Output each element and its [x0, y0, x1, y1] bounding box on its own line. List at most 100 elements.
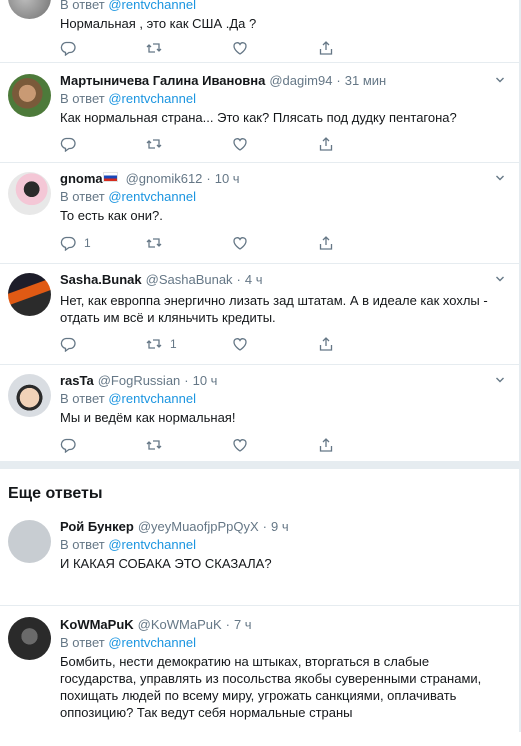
heart-icon — [233, 338, 247, 351]
share-icon — [319, 438, 333, 452]
share-button[interactable] — [318, 38, 404, 58]
author-name[interactable]: rasTa — [60, 373, 94, 388]
author-name[interactable]: KoWMaPuK — [60, 617, 134, 632]
reply-context: В ответ @rentvchannel — [60, 536, 509, 553]
reply-icon — [60, 41, 76, 56]
author-handle[interactable]: @SashaBunak — [146, 272, 233, 287]
reply-prefix: В ответ — [60, 537, 105, 552]
tweet-text: И КАКАЯ СОБАКА ЭТО СКАЗАЛА? — [60, 556, 272, 571]
tweet[interactable]: Рой Бункер @yeyMuaofjpPpQyX · 9 ч В отве… — [0, 517, 519, 606]
like-button[interactable] — [232, 38, 318, 58]
tweet-actions: 1 — [60, 334, 404, 354]
tweet-actions — [60, 134, 404, 154]
more-replies-section: Еще ответы — [0, 461, 519, 517]
reply-button[interactable] — [60, 334, 146, 354]
share-icon — [319, 41, 333, 55]
avatar[interactable] — [8, 520, 51, 563]
tweet[interactable]: Sasha.Bunak @SashaBunak · 4 ч Нет, как е… — [0, 264, 519, 365]
separator-dot: · — [236, 272, 241, 287]
reply-count: 1 — [84, 236, 91, 250]
like-button[interactable] — [232, 134, 318, 154]
reply-context: В ответ @rentvchannel — [60, 90, 509, 107]
retweet-button[interactable] — [146, 38, 232, 58]
like-button[interactable] — [232, 334, 318, 354]
like-button[interactable] — [232, 233, 318, 253]
chevron-down-icon[interactable] — [495, 75, 505, 85]
avatar[interactable] — [8, 0, 51, 19]
author-handle[interactable]: @gnomik612 — [126, 171, 203, 186]
retweet-button[interactable] — [146, 233, 232, 253]
tweet-actions: 1 — [60, 233, 404, 253]
chevron-down-icon[interactable] — [495, 274, 505, 284]
avatar[interactable] — [8, 374, 51, 417]
timestamp[interactable]: 10 ч — [193, 373, 218, 388]
author-name[interactable]: Мартыничева Галина Ивановна — [60, 73, 265, 88]
tweet[interactable]: KoWMaPuK @KoWMaPuK · 7 ч В ответ @rentvc… — [0, 606, 519, 746]
share-icon — [319, 337, 333, 351]
reply-button[interactable]: 1 — [60, 233, 146, 253]
heart-icon — [233, 237, 247, 250]
separator-dot: · — [184, 373, 189, 388]
reply-button[interactable] — [60, 38, 146, 58]
reply-prefix: В ответ — [60, 391, 105, 406]
author-name[interactable]: Sasha.Bunak — [60, 272, 142, 287]
share-button[interactable] — [318, 435, 404, 455]
reply-prefix: В ответ — [60, 0, 105, 12]
reply-button[interactable] — [60, 134, 146, 154]
tweet-text: Нормальная , это как США .Да ? — [60, 16, 257, 31]
like-button[interactable] — [232, 435, 318, 455]
timestamp[interactable]: 4 ч — [245, 272, 263, 287]
chevron-down-icon[interactable] — [495, 173, 505, 183]
mention-link[interactable]: @rentvchannel — [108, 189, 196, 204]
avatar[interactable] — [8, 273, 51, 316]
mention-link[interactable]: @rentvchannel — [108, 635, 196, 650]
reply-context: В ответ @rentvchannel — [60, 0, 509, 13]
retweet-icon — [146, 238, 162, 248]
author-name[interactable]: gnoma — [60, 171, 122, 186]
timestamp[interactable]: 31 мин — [345, 73, 386, 88]
share-button[interactable] — [318, 134, 404, 154]
author-handle[interactable]: @FogRussian — [98, 373, 181, 388]
timestamp[interactable]: 7 ч — [234, 617, 252, 632]
heart-icon — [233, 138, 247, 151]
mention-link[interactable]: @rentvchannel — [108, 537, 196, 552]
avatar[interactable] — [8, 617, 51, 660]
chevron-down-icon[interactable] — [495, 375, 505, 385]
reply-context: В ответ @rentvchannel — [60, 634, 509, 651]
russia-flag-icon — [102, 172, 118, 182]
tweet-text: То есть как они?. — [60, 208, 163, 223]
reply-icon — [60, 438, 76, 453]
retweet-button[interactable]: 1 — [146, 334, 232, 354]
tweet[interactable]: gnoma @gnomik612 · 10 ч В ответ @rentvch… — [0, 163, 519, 264]
tweet[interactable]: rasTa @FogRussian · 10 ч В ответ @rentvc… — [0, 365, 519, 461]
tweet-text: Мы и ведём как нормальная! — [60, 410, 236, 425]
tweet-text: Нет, как европпа энергично лизать зад шт… — [60, 293, 488, 325]
tweet[interactable]: В ответ @rentvchannel Нормальная , это к… — [0, 0, 519, 63]
section-title: Еще ответы — [8, 485, 103, 502]
share-button[interactable] — [318, 334, 404, 354]
tweet-text: Бомбить, нести демократию на штыках, вто… — [60, 654, 482, 720]
reply-icon — [60, 337, 76, 352]
mention-link[interactable]: @rentvchannel — [108, 0, 196, 12]
tweet-header: gnoma @gnomik612 · 10 ч — [60, 170, 509, 188]
tweet-header: Рой Бункер @yeyMuaofjpPpQyX · 9 ч — [60, 518, 509, 536]
author-handle[interactable]: @KoWMaPuK — [138, 617, 222, 632]
tweet[interactable]: Мартыничева Галина Ивановна @dagim94 · 3… — [0, 63, 519, 163]
reply-feed: В ответ @rentvchannel Нормальная , это к… — [0, 0, 519, 461]
avatar[interactable] — [8, 74, 51, 117]
author-handle[interactable]: @yeyMuaofjpPpQyX — [138, 519, 259, 534]
retweet-button[interactable] — [146, 134, 232, 154]
retweet-icon — [146, 43, 162, 53]
mention-link[interactable]: @rentvchannel — [108, 391, 196, 406]
author-handle[interactable]: @dagim94 — [269, 73, 332, 88]
reply-button[interactable] — [60, 435, 146, 455]
heart-icon — [233, 42, 247, 55]
avatar[interactable] — [8, 172, 51, 215]
separator-dot: · — [336, 73, 341, 88]
share-button[interactable] — [318, 233, 404, 253]
author-name[interactable]: Рой Бункер — [60, 519, 134, 534]
timestamp[interactable]: 10 ч — [215, 171, 240, 186]
mention-link[interactable]: @rentvchannel — [108, 91, 196, 106]
retweet-button[interactable] — [146, 435, 232, 455]
timestamp[interactable]: 9 ч — [271, 519, 289, 534]
